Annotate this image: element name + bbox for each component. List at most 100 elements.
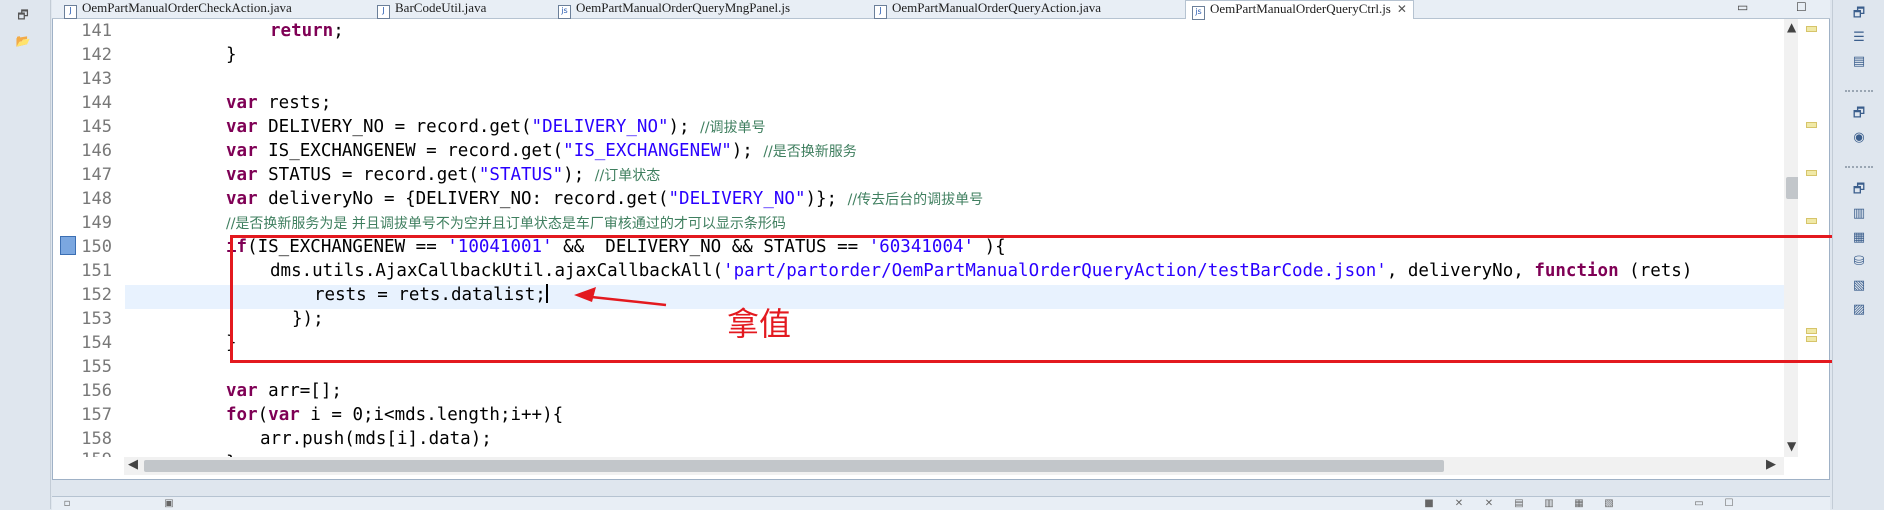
open-console-icon[interactable]: ▧ (1602, 498, 1616, 510)
right-trim-toolbar: 🗗 ☰ ▤ 🗗 ◉ 🗗 ▥ ▦ ⛁ ▧ ▨ (1832, 0, 1884, 509)
scroll-up-icon[interactable]: ▲ (1787, 20, 1796, 34)
horizontal-scrollbar[interactable]: ◀ ▶ (124, 457, 1784, 475)
ruler-marker[interactable] (1806, 26, 1817, 32)
string-literal: "DELIVERY_NO" (531, 117, 669, 137)
ruler-marker[interactable] (1806, 218, 1817, 224)
restore-icon[interactable]: 🗗 (1849, 4, 1869, 24)
tab-oempartmanualorderquerymngpanel[interactable]: js OemPartManualOrderQueryMngPanel.js (558, 0, 791, 19)
code-line-158: arr.push(mds[i].data); (260, 427, 492, 451)
snippets-icon[interactable]: ▧ (1849, 276, 1869, 296)
code-line-157: for(var i = 0;i<mds.length;i++){ (226, 403, 563, 427)
keyword: var (226, 165, 258, 185)
code-line-148: var deliveryNo = {DELIVERY_NO: record.ge… (226, 187, 983, 212)
minimize-icon[interactable]: ▭ (1737, 0, 1748, 14)
js-file-icon: js (1192, 6, 1205, 20)
code-line-141: return; (270, 19, 344, 43)
console-icon[interactable]: ▫ (60, 498, 74, 510)
line-number: 156 (81, 381, 112, 401)
comment: //是否换新服务 (763, 144, 857, 160)
toolbar-separator (1845, 90, 1873, 92)
tab-label: OemPartManualOrderQueryMngPanel.js (576, 0, 791, 15)
code-text: DELIVERY_NO = record.get( (257, 117, 532, 137)
ruler-marker[interactable] (1806, 170, 1817, 176)
bookmark-icon (60, 236, 76, 255)
code-text: ); (563, 165, 595, 185)
comment: //调拔单号 (700, 120, 766, 136)
line-number: 144 (81, 93, 112, 113)
pin-icon[interactable]: ▤ (1512, 498, 1526, 510)
line-number: 154 (81, 333, 112, 353)
code-text: ); (731, 141, 764, 161)
maximize-icon[interactable]: ☐ (1796, 0, 1807, 14)
data-source-icon[interactable]: ⛁ (1849, 252, 1869, 272)
code-text: IS_EXCHANGENEW = record.get( (257, 141, 564, 161)
code-text: i = 0;i<mds.length;i++){ (299, 405, 564, 425)
tab-barcodeutil[interactable]: J BarCodeUtil.java (377, 0, 487, 19)
code-text: arr=[]; (257, 381, 342, 401)
bookmarks-icon[interactable]: ▨ (1849, 300, 1869, 320)
code-text: deliveryNo = {DELIVERY_NO: record.get( (257, 189, 669, 209)
line-number: 146 (81, 141, 112, 161)
java-file-icon: J (377, 5, 390, 19)
display-icon[interactable]: ▥ (1542, 498, 1556, 510)
stop-icon[interactable]: ■ (1422, 498, 1436, 510)
servers-icon[interactable]: ▦ (1849, 228, 1869, 248)
restore-icon[interactable]: 🗗 (1849, 180, 1869, 200)
tab-oempartmanualorderqueryaction[interactable]: J OemPartManualOrderQueryAction.java (874, 0, 1102, 19)
line-number: 151 (81, 261, 112, 281)
task-list-icon[interactable]: ▤ (1849, 52, 1869, 72)
properties-icon[interactable]: ▥ (1849, 204, 1869, 224)
scroll-left-icon[interactable]: ◀ (128, 457, 138, 472)
tab-oempartmanualorderqueryctrl[interactable]: js OemPartManualOrderQueryCtrl.js ✕ (1185, 0, 1414, 20)
clear-icon[interactable]: ✕ (1452, 498, 1466, 510)
code-line-146: var IS_EXCHANGENEW = record.get("IS_EXCH… (226, 139, 857, 164)
code-text: ; (333, 21, 344, 41)
comment: //订单状态 (594, 168, 661, 184)
keyword: var (268, 405, 300, 425)
string-literal: "IS_EXCHANGENEW" (563, 141, 732, 161)
annotation-label: 拿值 (727, 305, 792, 343)
line-number: 152 (81, 285, 112, 305)
line-number: 153 (81, 309, 112, 329)
minimize-icon[interactable]: ▭ (1692, 498, 1706, 510)
close-icon[interactable]: ✕ (1397, 2, 1407, 16)
restore-icon[interactable]: 🗗 (1849, 104, 1869, 124)
code-line-149: //是否换新服务为是 并且调拔单号不为空并且订单状态是车厂审核通过的才可以显示条… (226, 211, 786, 236)
tab-label: OemPartManualOrderQueryCtrl.js (1210, 1, 1391, 16)
package-explorer-icon[interactable]: 📂 (14, 32, 32, 50)
left-trim-toolbar: 🗗 📂 (0, 0, 51, 509)
bottom-panel-tabs: ▫ ▣ ■ ✕ ✕ ▤ ▥ ▦ ▧ ▭ ☐ (52, 496, 1830, 510)
ruler-marker[interactable] (1806, 122, 1817, 128)
line-number: 141 (81, 21, 112, 41)
scroll-right-icon[interactable]: ▶ (1766, 457, 1776, 472)
search-icon[interactable]: ▣ (162, 498, 176, 510)
keyword: var (226, 141, 258, 161)
code-line-142: } (226, 43, 237, 67)
outline-icon[interactable]: ☰ (1849, 28, 1869, 48)
maximize-icon[interactable]: ☐ (1722, 498, 1736, 510)
code-text: STATUS = record.get( (257, 165, 479, 185)
keyword: for (226, 405, 258, 425)
tab-label: BarCodeUtil.java (395, 0, 487, 15)
code-text: )}; (805, 189, 848, 209)
palette-icon[interactable]: ◉ (1849, 128, 1869, 148)
restore-icon[interactable]: 🗗 (14, 6, 32, 24)
code-text: rests; (257, 93, 332, 113)
toolbar-separator (1845, 166, 1873, 168)
remove-icon[interactable]: ✕ (1482, 498, 1496, 510)
keyword: var (226, 93, 258, 113)
scroll-thumb[interactable] (144, 460, 1444, 472)
tab-oempartmanualordercheckaction[interactable]: J OemPartManualOrderCheckAction.java (64, 0, 292, 19)
lock-icon[interactable]: ▦ (1572, 498, 1586, 510)
comment: //是否换新服务为是 并且调拔单号不为空并且订单状态是车厂审核通过的才可以显示条… (226, 216, 786, 232)
tab-label: OemPartManualOrderQueryAction.java (892, 0, 1102, 15)
code-line-147: var STATUS = record.get("STATUS"); //订单状… (226, 163, 660, 188)
code-line-145: var DELIVERY_NO = record.get("DELIVERY_N… (226, 115, 766, 140)
line-number: 148 (81, 189, 112, 209)
line-number: 155 (81, 357, 112, 377)
java-file-icon: J (874, 5, 887, 19)
line-number: 157 (81, 405, 112, 425)
scroll-down-icon[interactable]: ▼ (1787, 439, 1796, 453)
keyword: var (226, 117, 258, 137)
code-line-156: var arr=[]; (226, 379, 342, 403)
